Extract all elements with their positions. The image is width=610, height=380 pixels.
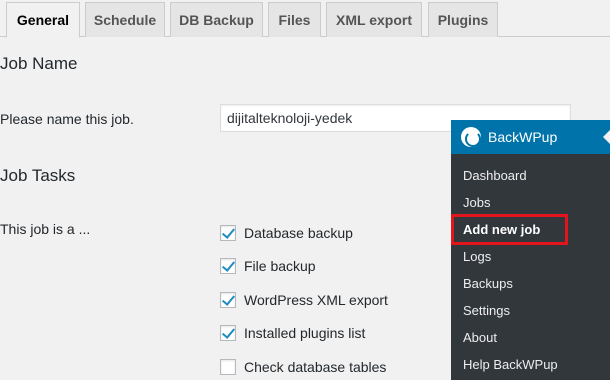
task-plugins-list[interactable]: Installed plugins list: [220, 324, 365, 342]
tab-general[interactable]: General: [6, 2, 80, 38]
menu-item-logs[interactable]: Logs: [463, 249, 491, 264]
tab-bar: General Schedule DB Backup Files XML exp…: [0, 0, 610, 38]
menu-item-jobs[interactable]: Jobs: [463, 195, 490, 210]
task-xml-export[interactable]: WordPress XML export: [220, 291, 388, 309]
task-check-db-tables[interactable]: Check database tables: [220, 358, 386, 376]
menu-pointer-arrow-icon: [603, 130, 610, 144]
flyout-header[interactable]: BackWPup: [451, 120, 610, 154]
tab-schedule[interactable]: Schedule: [85, 2, 165, 37]
task-label: File backup: [244, 258, 316, 274]
tab-plugins[interactable]: Plugins: [428, 2, 498, 37]
backwpup-logo-icon: [461, 127, 481, 147]
flyout-title: BackWPup: [488, 129, 558, 145]
task-label: Installed plugins list: [244, 325, 366, 341]
menu-item-backups[interactable]: Backups: [463, 276, 513, 291]
menu-item-help[interactable]: Help BackWPup: [463, 357, 558, 372]
job-name-heading: Job Name: [0, 54, 78, 73]
task-file-backup[interactable]: File backup: [220, 257, 316, 275]
tab-files[interactable]: Files: [268, 2, 321, 37]
tab-xml-export[interactable]: XML export: [326, 2, 422, 37]
menu-item-dashboard[interactable]: Dashboard: [463, 168, 527, 183]
menu-item-about[interactable]: About: [463, 330, 497, 345]
menu-item-settings[interactable]: Settings: [463, 303, 510, 318]
database-backup-checkbox[interactable]: [220, 225, 236, 241]
job-tasks-heading: Job Tasks: [0, 166, 76, 185]
task-label: WordPress XML export: [244, 292, 388, 308]
backwpup-flyout-menu: BackWPup Dashboard Jobs Add new job Logs…: [451, 120, 610, 380]
task-label: Check database tables: [244, 359, 387, 375]
plugins-list-checkbox[interactable]: [220, 325, 236, 341]
job-tasks-label: This job is a ...: [0, 221, 91, 237]
task-database-backup[interactable]: Database backup: [220, 224, 353, 242]
tab-db-backup[interactable]: DB Backup: [170, 2, 263, 37]
annotation-highlight: [451, 214, 568, 245]
task-label: Database backup: [244, 225, 353, 241]
check-db-tables-checkbox[interactable]: [220, 359, 236, 375]
xml-export-checkbox[interactable]: [220, 292, 236, 308]
file-backup-checkbox[interactable]: [220, 258, 236, 274]
job-name-label: Please name this job.: [0, 111, 134, 127]
